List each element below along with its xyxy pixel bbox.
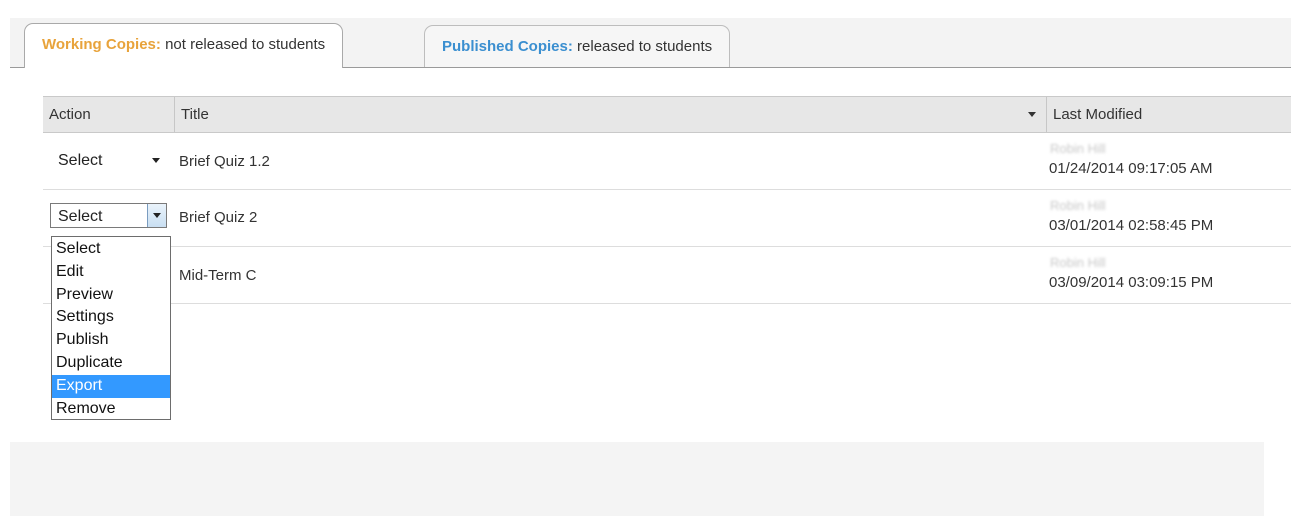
action-select-value: Select [58,208,103,225]
quiz-title[interactable]: Brief Quiz 2 [179,209,257,226]
option-export[interactable]: Export [52,374,170,398]
column-header-title[interactable]: Title [175,97,1047,132]
column-header-action: Action [43,97,175,132]
tab-published-copies[interactable]: Published Copies: released to students [424,25,731,67]
option-edit[interactable]: Edit [52,261,170,284]
action-select[interactable]: Select [50,147,167,172]
option-select[interactable]: Select [52,238,170,261]
column-header-last-modified: Last Modified [1053,106,1143,123]
author-name: Robin Hill [1050,198,1106,213]
author-name: Robin Hill [1050,255,1106,270]
chevron-down-icon [153,213,161,218]
option-publish[interactable]: Publish [52,329,170,352]
modified-date: 03/09/2014 03:09:15 PM [1049,274,1214,291]
tab-working-label: not released to students [160,36,326,53]
option-settings[interactable]: Settings [52,306,170,329]
table-row: Select Brief Quiz 2 Robin Hill 03/01/201… [43,190,1291,247]
quiz-title[interactable]: Mid-Term C [179,267,257,284]
option-preview[interactable]: Preview [52,284,170,307]
table-row: Mid-Term C Robin Hill 03/09/2014 03:09:1… [43,247,1291,304]
tab-working-prefix: Working Copies: [42,36,161,53]
author-name: Robin Hill [1050,141,1106,156]
tab-working-copies[interactable]: Working Copies: not released to students [24,23,344,68]
action-select-value: Select [58,152,103,169]
footer-area [10,442,1264,516]
option-duplicate[interactable]: Duplicate [52,352,170,375]
tab-published-label: released to students [572,38,713,55]
dropdown-button[interactable] [147,204,166,227]
action-select-open[interactable]: Select [50,203,167,228]
table-row: Select Brief Quiz 1.2 Robin Hill 01/24/2… [43,133,1291,190]
tab-published-prefix: Published Copies: [442,38,573,55]
table-header: Action Title Last Modified [43,96,1291,133]
sort-down-icon[interactable] [1028,112,1036,117]
chevron-down-icon [152,158,160,163]
modified-date: 03/01/2014 02:58:45 PM [1049,217,1214,234]
option-remove[interactable]: Remove [52,398,170,421]
column-header-title-label: Title [181,106,209,123]
quiz-title[interactable]: Brief Quiz 1.2 [179,153,270,170]
modified-date: 01/24/2014 09:17:05 AM [1049,160,1213,177]
action-dropdown-menu: Select Edit Preview Settings Publish Dup… [51,236,171,420]
